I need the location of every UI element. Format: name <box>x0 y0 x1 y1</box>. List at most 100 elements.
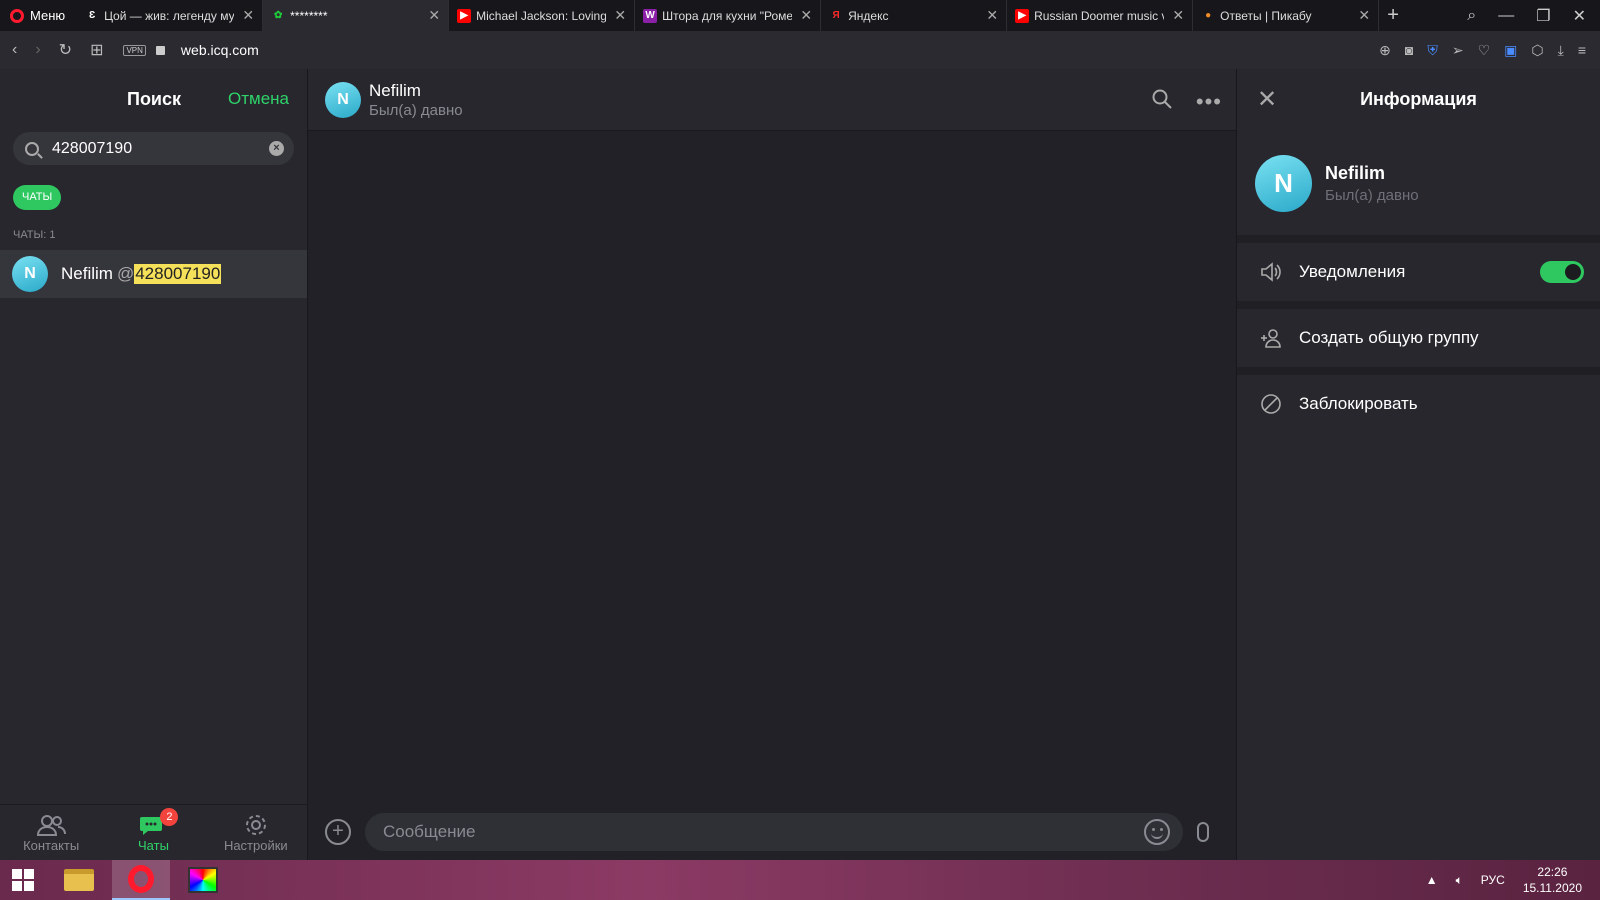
system-tray: ▲ 🔈︎ РУС 22:26 15.11.2020 <box>1426 864 1600 896</box>
minimize-icon[interactable]: — <box>1498 7 1514 25</box>
close-window-icon[interactable]: ✕ <box>1573 6 1586 26</box>
icq-app: Поиск Отмена × ЧАТЫ ЧАТЫ: 1 N Nefilim @4… <box>0 69 1600 860</box>
search-box[interactable]: × <box>13 132 294 165</box>
divider <box>1237 301 1600 309</box>
info-header: ✕ Информация <box>1237 69 1600 131</box>
nav-settings[interactable]: Настройки <box>211 812 301 853</box>
menu-label: Меню <box>30 8 66 23</box>
search-result-row[interactable]: N Nefilim @428007190 <box>0 250 307 298</box>
tab-close-icon[interactable]: ✕ <box>1358 8 1370 22</box>
avatar[interactable]: N <box>1255 154 1312 212</box>
tab-close-icon[interactable]: ✕ <box>614 8 626 22</box>
filter-chip-chats[interactable]: ЧАТЫ <box>13 185 62 210</box>
browser-tab[interactable]: ▶ Russian Doomer music v ✕ <box>1007 0 1194 31</box>
result-at-sign: @ <box>116 264 135 283</box>
snapshot-icon[interactable]: ◙ <box>1405 42 1413 59</box>
tab-close-icon[interactable]: ✕ <box>1172 8 1184 22</box>
more-options-icon[interactable]: ••• <box>1196 89 1222 115</box>
tab-close-icon[interactable]: ✕ <box>242 8 254 22</box>
windows-logo-icon <box>12 869 34 891</box>
address-bar-tools: ⊕ ◙ ⛨ ➢ ♡ ▣ ⬡ ⤓ ≡ <box>1379 42 1600 59</box>
message-input-wrap[interactable] <box>365 813 1183 851</box>
taskbar-opera[interactable] <box>112 860 170 900</box>
contacts-icon <box>36 812 67 838</box>
notifications-label: Уведомления <box>1299 262 1406 281</box>
tab-favicon-icon: ✿ <box>273 10 283 21</box>
divider <box>1237 235 1600 243</box>
create-group-label: Создать общую группу <box>1299 328 1479 347</box>
result-handle-highlight: 428007190 <box>134 264 222 284</box>
start-button[interactable] <box>0 860 46 900</box>
chat-header-text: Nefilim Был(а) давно <box>369 81 463 119</box>
lock-icon[interactable] <box>155 45 165 55</box>
search-icon[interactable] <box>1152 89 1172 115</box>
adblock-shield-icon[interactable]: ⛨ <box>1427 42 1438 59</box>
opera-menu-button[interactable]: Меню <box>0 0 77 31</box>
tab-favicon-icon: Ɛ <box>89 10 96 21</box>
tab-favicon-icon: ▶ <box>457 8 472 23</box>
emoji-icon[interactable] <box>1144 819 1170 845</box>
attach-plus-icon[interactable]: + <box>325 819 351 845</box>
input-language[interactable]: РУС <box>1481 873 1505 887</box>
browser-tab[interactable]: ▶ Michael Jackson: Loving ✕ <box>449 0 636 31</box>
nav-contacts[interactable]: Контакты <box>6 812 96 853</box>
clear-search-icon[interactable]: × <box>269 141 284 156</box>
browser-tab-bar: Меню Ɛ Цой — жив: легенду му ✕ ✿ ******** ✕ ▶ M… <box>0 0 1600 31</box>
block-row[interactable]: Заблокировать <box>1237 375 1600 433</box>
nav-buttons: ‹ › ↻ ⊞ <box>12 40 103 60</box>
browser-tab[interactable]: ✿ ******** ✕ <box>263 0 450 31</box>
folder-icon <box>64 869 94 891</box>
tab-title: Ответы | Пикабу <box>1220 8 1312 23</box>
zoom-icon[interactable]: ⊕ <box>1379 42 1391 59</box>
browser-tab[interactable]: Я Яндекс ✕ <box>821 0 1008 31</box>
forward-icon[interactable]: › <box>35 41 40 59</box>
heart-icon[interactable]: ♡ <box>1478 42 1491 59</box>
send-icon[interactable]: ➢ <box>1452 42 1464 59</box>
microphone-icon[interactable] <box>1197 822 1209 842</box>
taskbar-color-app[interactable] <box>174 860 232 900</box>
browser-tab[interactable]: ● Ответы | Пикабу ✕ <box>1193 0 1380 31</box>
vpn-badge[interactable]: VPN <box>123 44 146 56</box>
tray-expand-icon[interactable]: ▲ <box>1426 873 1438 887</box>
tab-close-icon[interactable]: ✕ <box>428 8 440 22</box>
nav-chats-label: Чаты <box>138 838 169 853</box>
download-icon[interactable]: ⤓ <box>1558 42 1564 59</box>
results-section-label: ЧАТЫ: 1 <box>13 229 56 241</box>
create-group-row[interactable]: Создать общую группу <box>1237 309 1600 367</box>
notifications-row[interactable]: Уведомления <box>1237 243 1600 301</box>
new-tab-icon[interactable]: + <box>1379 4 1407 27</box>
chat-header-actions: ••• <box>1152 89 1222 115</box>
clock-date: 15.11.2020 <box>1522 881 1582 895</box>
tab-strip: Ɛ Цой — жив: легенду му ✕ ✿ ******** ✕ ▶ Michae… <box>77 0 1380 31</box>
search-tabs-icon[interactable]: ⌕ <box>1467 7 1476 25</box>
easy-setup-icon[interactable]: ≡ <box>1578 42 1586 59</box>
chat-header[interactable]: N Nefilim Был(а) давно ••• <box>308 69 1236 131</box>
taskbar-file-explorer[interactable] <box>50 860 108 900</box>
cancel-search-button[interactable]: Отмена <box>228 89 289 109</box>
restore-icon[interactable]: ❐ <box>1536 6 1550 26</box>
volume-icon[interactable]: 🔈︎ <box>1456 873 1463 888</box>
speed-dial-icon[interactable]: ⊞ <box>90 40 103 60</box>
url-field[interactable]: web.icq.com <box>181 42 259 58</box>
avatar[interactable]: N <box>325 81 361 118</box>
tab-title: Яндекс <box>848 8 889 23</box>
message-input[interactable] <box>383 822 1083 842</box>
opera-icon <box>128 865 154 893</box>
notifications-toggle[interactable] <box>1540 261 1584 283</box>
tab-title: Цой — жив: легенду му <box>104 8 235 23</box>
windows-taskbar: ▲ 🔈︎ РУС 22:26 15.11.2020 <box>0 860 1600 900</box>
back-icon[interactable]: ‹ <box>12 41 17 59</box>
tab-close-icon[interactable]: ✕ <box>800 8 812 22</box>
browser-tab[interactable]: W Штора для кухни "Роме ✕ <box>635 0 822 31</box>
extension-icon[interactable]: ▣ <box>1504 42 1517 59</box>
nav-contacts-label: Контакты <box>23 838 80 853</box>
tab-title: ******** <box>290 8 328 23</box>
browser-tab[interactable]: Ɛ Цой — жив: легенду му ✕ <box>77 0 264 31</box>
cube-icon[interactable]: ⬡ <box>1531 42 1543 59</box>
tab-close-icon[interactable]: ✕ <box>986 8 998 22</box>
clock[interactable]: 22:26 15.11.2020 <box>1523 864 1582 896</box>
reload-icon[interactable]: ↻ <box>59 40 72 60</box>
nav-chats[interactable]: 2 Чаты <box>108 808 198 853</box>
search-input[interactable] <box>52 139 252 158</box>
block-icon <box>1259 392 1283 416</box>
